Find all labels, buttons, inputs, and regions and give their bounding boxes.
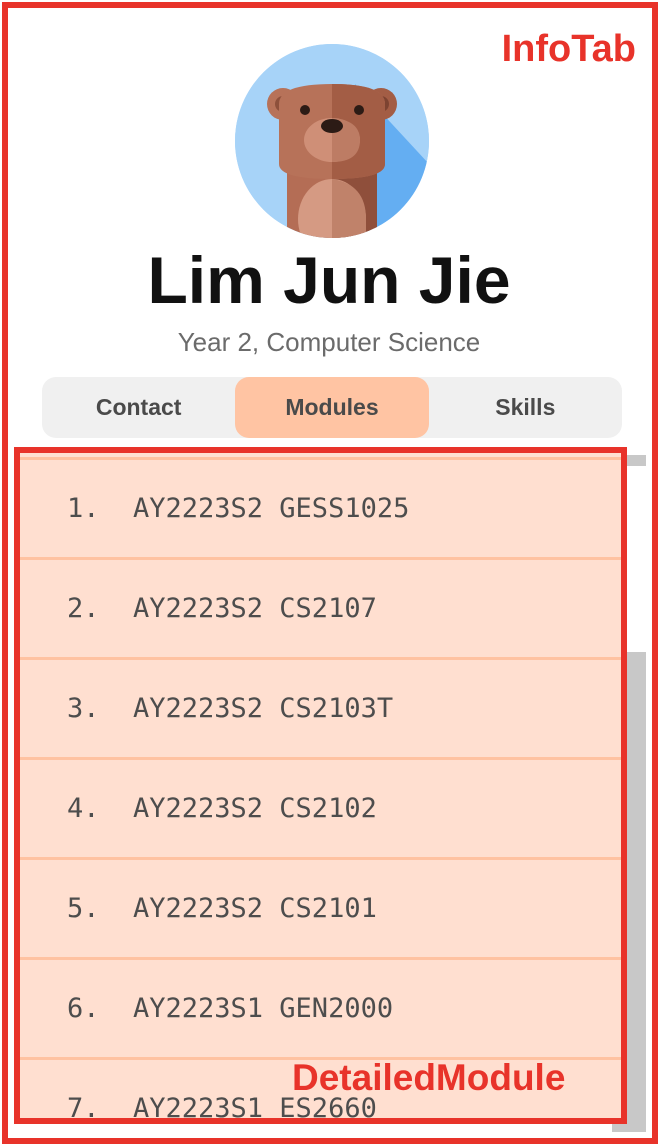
module-list-item[interactable]: 4. AY2223S2 CS2102 [20,757,621,857]
module-code: AY2223S2 GESS1025 [133,493,410,524]
module-code: AY2223S2 CS2107 [133,593,377,624]
module-index: 3. [67,693,100,724]
module-list-item[interactable]: 6. AY2223S1 GEN2000 [20,957,621,1057]
module-index: 1. [67,493,100,524]
module-code: AY2223S1 GEN2000 [133,993,394,1024]
module-list-item[interactable]: 2. AY2223S2 CS2107 [20,557,621,657]
module-list: 1. AY2223S2 GESS1025 2. AY2223S2 CS2107 3.… [20,457,621,1124]
bear-avatar-icon [235,44,429,238]
tab-contact[interactable]: Contact [42,377,235,438]
detailed-module-panel: 1. AY2223S2 GESS1025 2. AY2223S2 CS2107 3.… [14,447,627,1124]
module-list-item[interactable]: 5. AY2223S2 CS2101 [20,857,621,957]
module-code: AY2223S2 CS2101 [133,893,377,924]
info-tab-annotation-label: InfoTab [501,28,636,70]
module-code: AY2223S2 CS2103T [133,693,394,724]
module-index: 7. [67,1093,100,1124]
module-list-item[interactable]: 3. AY2223S2 CS2103T [20,657,621,757]
module-index: 5. [67,893,100,924]
module-code: AY2223S2 CS2102 [133,793,377,824]
tab-modules[interactable]: Modules [235,377,429,438]
module-list-item[interactable]: 1. AY2223S2 GESS1025 [20,457,621,557]
profile-subtitle: Year 2, Computer Science [177,327,481,357]
tab-bar: Contact Modules Skills [42,377,622,438]
tab-skills[interactable]: Skills [429,377,622,438]
module-index: 6. [67,993,100,1024]
module-index: 2. [67,593,100,624]
module-index: 4. [67,793,100,824]
profile-name: Lim Jun Jie [147,243,511,317]
detailed-module-annotation-label: DetailedModule [292,1057,566,1098]
